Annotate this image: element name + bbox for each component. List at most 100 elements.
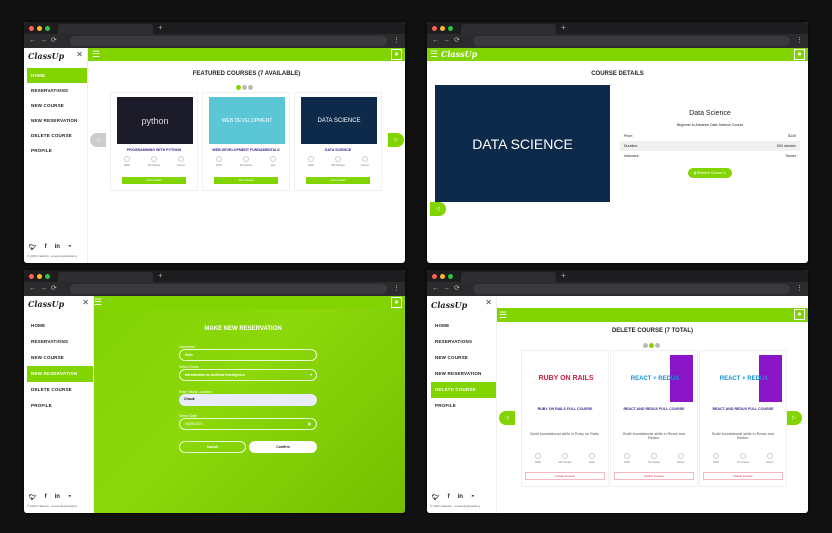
sidebar-item-home[interactable]: HOME: [27, 318, 93, 334]
prev-arrow-button[interactable]: ◁: [499, 411, 515, 425]
instructor-stat: Tanner: [355, 156, 375, 167]
next-arrow-button[interactable]: ▷: [786, 411, 802, 425]
confirm-button[interactable]: Confirm: [249, 441, 317, 453]
username-input[interactable]: Hein: [179, 349, 317, 361]
nav-icons[interactable]: ←→⟳: [29, 36, 61, 44]
url-bar: ←→⟳ ⋮: [427, 34, 808, 48]
view-detail-button[interactable]: View Detail: [306, 177, 370, 184]
carousel-indicators[interactable]: [236, 85, 253, 90]
user-icon[interactable]: ●: [391, 49, 402, 60]
cancel-button[interactable]: Cancel: [179, 441, 246, 453]
github-icon[interactable]: ◓: [68, 244, 72, 251]
course-image: python: [117, 97, 193, 144]
location-input[interactable]: Chauk: [179, 394, 317, 406]
sidebar-item-new-course[interactable]: NEW COURSE: [431, 350, 496, 366]
hamburger-icon[interactable]: ☰: [92, 50, 100, 59]
course-image: RUBY ON RAILS: [528, 355, 604, 402]
sidebar-item-new-reservation[interactable]: NEW RESERVATION: [27, 113, 87, 128]
hamburger-icon[interactable]: ☰: [94, 298, 102, 307]
user-icon[interactable]: ●: [391, 297, 402, 308]
facebook-icon[interactable]: f: [45, 244, 47, 251]
sidebar-item-delete-course[interactable]: DELETE COURSE: [27, 382, 93, 398]
course-subtitle: Beginner to Advance Data Science Course: [676, 123, 744, 127]
course-title: WEB DEVELOPMENT FUNDAMENTALS: [212, 148, 280, 152]
more-icon[interactable]: ⋮: [796, 36, 803, 44]
duration-stat: 75 minutes: [644, 453, 664, 464]
instructor-stat: Tanner: [171, 156, 191, 167]
back-arrow-button[interactable]: ◁: [430, 202, 446, 216]
sidebar-item-new-course[interactable]: NEW COURSE: [27, 350, 93, 366]
sidebar-item-home[interactable]: HOME: [27, 68, 87, 83]
hamburger-icon[interactable]: ☰: [499, 311, 507, 320]
new-tab-icon[interactable]: +: [561, 271, 566, 280]
sidebar-item-profile[interactable]: PROFILE: [431, 398, 496, 414]
duration-stat: 180 minutes: [555, 453, 575, 464]
calendar-icon[interactable]: ▣: [308, 422, 311, 426]
hamburger-icon[interactable]: ☰: [430, 50, 438, 59]
page-title: DELETE COURSE (7 TOTAL): [611, 328, 694, 334]
sidebar-item-reservations[interactable]: RESERVATIONS: [431, 334, 496, 350]
delete-course-button[interactable]: Delete Course: [703, 472, 783, 480]
new-tab-icon[interactable]: +: [158, 23, 163, 32]
linkedin-icon[interactable]: in: [55, 494, 60, 501]
sidebar-item-delete-course[interactable]: DELETE COURSE: [431, 382, 496, 398]
next-arrow-button[interactable]: ▷: [388, 133, 404, 147]
sidebar-item-profile[interactable]: PROFILE: [27, 143, 87, 158]
user-icon[interactable]: ●: [794, 49, 805, 60]
close-icon[interactable]: ✕: [82, 298, 89, 307]
course-image: REACT + REDUX: [617, 355, 693, 402]
github-icon[interactable]: ◓: [68, 494, 72, 501]
nav-icons[interactable]: ←→⟳: [432, 36, 464, 44]
sidebar-item-new-reservation[interactable]: NEW RESERVATION: [431, 366, 496, 382]
tab-bar: +: [24, 270, 405, 282]
linkedin-icon[interactable]: in: [55, 244, 60, 251]
linkedin-icon[interactable]: in: [458, 494, 463, 501]
nav-icons[interactable]: ←→⟳: [29, 284, 61, 292]
course-image: WEB DEVELOPMENT: [209, 97, 285, 144]
new-tab-icon[interactable]: +: [561, 23, 566, 32]
prev-arrow-button[interactable]: ◁: [90, 133, 106, 147]
browser-tab[interactable]: [58, 272, 153, 282]
more-icon[interactable]: ⋮: [796, 284, 803, 292]
more-icon[interactable]: ⋮: [393, 36, 400, 44]
logo: ClassUp: [28, 51, 65, 61]
address-input[interactable]: [473, 36, 790, 46]
sidebar-item-reservations[interactable]: RESERVATIONS: [27, 83, 87, 98]
view-detail-button[interactable]: View Detail: [214, 177, 278, 184]
browser-tab[interactable]: [461, 272, 556, 282]
address-input[interactable]: [473, 284, 790, 294]
new-tab-icon[interactable]: +: [158, 271, 163, 280]
sidebar-item-profile[interactable]: PROFILE: [27, 398, 93, 414]
more-icon[interactable]: ⋮: [393, 284, 400, 292]
reserve-course-button[interactable]: ▮ Reserve Course ⊙: [687, 168, 733, 178]
carousel-indicators[interactable]: [643, 343, 660, 348]
twitter-icon[interactable]: 🐦︎: [432, 494, 440, 501]
twitter-icon[interactable]: 🐦︎: [29, 494, 37, 501]
delete-course-button[interactable]: Delete Course: [614, 472, 694, 480]
sidebar-item-home[interactable]: HOME: [431, 318, 496, 334]
browser-tab[interactable]: [461, 24, 556, 34]
github-icon[interactable]: ◓: [471, 494, 475, 501]
copyright: © 2023 ClassUp - eLearningAcademy: [27, 504, 78, 508]
sidebar-item-new-reservation[interactable]: NEW RESERVATION: [27, 366, 93, 382]
twitter-icon[interactable]: 🐦︎: [29, 244, 37, 251]
address-input[interactable]: [70, 36, 387, 46]
sidebar-item-delete-course[interactable]: DELETE COURSE: [27, 128, 87, 143]
delete-course-button[interactable]: Delete Course: [525, 472, 605, 480]
facebook-icon[interactable]: f: [45, 494, 47, 501]
facebook-icon[interactable]: f: [448, 494, 450, 501]
sidebar-item-new-course[interactable]: NEW COURSE: [27, 98, 87, 113]
course-description: Build foundational skills in React and R…: [712, 432, 774, 440]
date-input[interactable]: 06/06/2023 ▣: [179, 418, 317, 430]
nav-icons[interactable]: ←→⟳: [432, 284, 464, 292]
sidebar-item-reservations[interactable]: RESERVATIONS: [27, 334, 93, 350]
class-select[interactable]: Introduction to Artificial Intelligence ▾: [179, 369, 317, 381]
copyright: © 2023 ClassUp - eLearningAcademy: [430, 504, 481, 508]
course-card: python PROGRAMMING WITH PYTHON $249 60 mi…: [110, 92, 198, 191]
close-icon[interactable]: ✕: [485, 298, 492, 307]
address-input[interactable]: [70, 284, 387, 294]
view-detail-button[interactable]: View Detail: [122, 177, 186, 184]
browser-tab[interactable]: [58, 24, 153, 34]
user-icon[interactable]: ●: [794, 309, 805, 320]
close-icon[interactable]: ✕: [76, 50, 83, 59]
